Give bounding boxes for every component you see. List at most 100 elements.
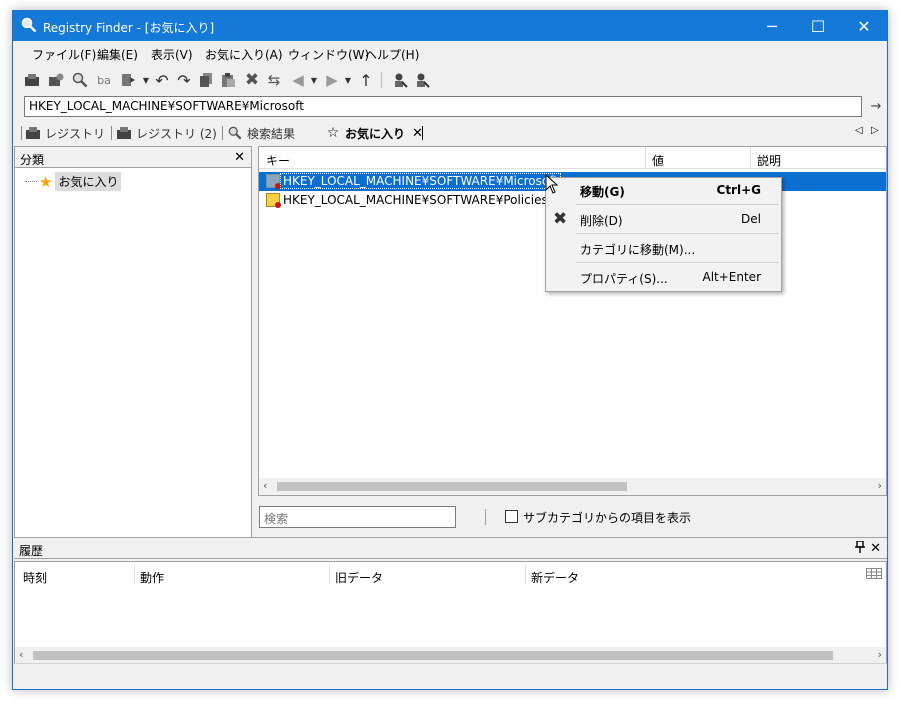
close-icon[interactable]: ✕	[870, 541, 881, 556]
toolbar: ba ▼ ↶ ↷ ✖ ⇆ ◀ ▼ ▶ ▼ ↑	[23, 69, 883, 91]
close-icon[interactable]: ✕	[234, 150, 245, 165]
column-new-data[interactable]: 新データ	[531, 569, 579, 586]
tab-label: お気に入り	[345, 126, 406, 141]
column-separator[interactable]	[134, 564, 135, 584]
export-icon[interactable]	[119, 71, 137, 89]
menu-item-shortcut: Ctrl+G	[716, 183, 761, 197]
menu-favorites[interactable]: お気に入り(A)	[205, 46, 283, 63]
menu-item-label: カテゴリに移動(M)...	[580, 243, 696, 257]
delete-icon: ✖	[553, 209, 568, 229]
undo-icon[interactable]: ↶	[153, 71, 171, 90]
up-icon[interactable]: ↑	[357, 71, 375, 90]
scroll-left-icon[interactable]: ‹	[263, 479, 267, 492]
subcategory-checkbox[interactable]	[505, 510, 518, 523]
find-icon[interactable]	[71, 71, 89, 89]
menu-item-label: 移動(G)	[580, 185, 625, 199]
context-menu-delete[interactable]: ✖ 削除(D) Del	[546, 208, 781, 230]
category-pane: 分類 ✕ ★ お気に入り	[14, 146, 252, 538]
menu-help[interactable]: ヘルプ(H)	[365, 46, 419, 63]
list-item-key: HKEY_LOCAL_MACHINE¥SOFTWARE¥Policies¥Mic	[283, 193, 576, 207]
menu-view[interactable]: 表示(V)	[151, 46, 193, 63]
column-description[interactable]: 説明	[757, 152, 781, 169]
context-menu: 移動(G) Ctrl+G ✖ 削除(D) Del カテゴリに移動(M)... プ…	[545, 177, 782, 292]
menu-edit[interactable]: 編集(E)	[97, 46, 138, 63]
delete-icon[interactable]: ✖	[243, 70, 261, 90]
tab-prev-icon[interactable]: ◁	[855, 125, 863, 136]
copy-icon[interactable]	[197, 71, 215, 89]
paste-icon[interactable]	[219, 71, 237, 89]
column-old-data[interactable]: 旧データ	[335, 569, 383, 586]
redo-icon[interactable]: ↷	[175, 71, 193, 90]
column-time[interactable]: 時刻	[23, 569, 47, 586]
window-title: Registry Finder - [お気に入り]	[43, 21, 215, 35]
history-header: 履歴 ✕	[14, 537, 887, 559]
back-dropdown-icon[interactable]: ▼	[305, 71, 323, 89]
tab-separator	[222, 126, 223, 140]
scroll-right-icon[interactable]: ›	[878, 648, 882, 661]
computer-icon[interactable]	[23, 71, 41, 89]
tree-item-label: お気に入り	[55, 172, 122, 191]
category-pane-title: 分類	[20, 153, 45, 167]
star-outline-icon: ☆	[326, 125, 340, 141]
menu-file[interactable]: ファイル(F)	[32, 46, 96, 63]
tab-registry-2[interactable]: レジストリ (2)	[116, 124, 217, 142]
maximize-button[interactable]: ☐	[795, 11, 841, 41]
tab-favorites[interactable]: ☆ お気に入り ✕	[325, 124, 423, 142]
column-action[interactable]: 動作	[140, 569, 164, 586]
scroll-thumb[interactable]	[33, 651, 833, 660]
subcategory-checkbox-label[interactable]: サブカテゴリからの項目を表示	[523, 509, 691, 526]
rename-icon[interactable]: ⇆	[265, 71, 283, 89]
tree-item-favorites[interactable]: ★ お気に入り	[25, 172, 122, 191]
menu-item-shortcut: Del	[741, 212, 761, 226]
scroll-right-icon[interactable]: ›	[878, 479, 882, 492]
context-menu-move-to-category[interactable]: カテゴリに移動(M)...	[546, 237, 781, 259]
history-title: 履歴	[19, 544, 44, 558]
menu-separator	[576, 262, 779, 263]
search-input[interactable]: 検索	[259, 506, 456, 528]
column-key[interactable]: キー	[266, 152, 290, 169]
menu-separator	[576, 233, 779, 234]
column-separator[interactable]	[329, 564, 330, 584]
title-bar[interactable]: Registry Finder - [お気に入り] ─ ☐ ✕	[13, 11, 887, 41]
address-input[interactable]: HKEY_LOCAL_MACHINE¥SOFTWARE¥Microsoft	[24, 96, 862, 117]
search-icon	[227, 126, 243, 140]
toolbar-separator	[381, 72, 382, 88]
column-chooser-icon[interactable]	[866, 568, 882, 582]
list-horizontal-scrollbar[interactable]: ‹ ›	[259, 478, 886, 495]
close-button[interactable]: ✕	[841, 11, 887, 41]
history-horizontal-scrollbar[interactable]: ‹ ›	[15, 647, 886, 664]
find-people-2-icon[interactable]	[413, 71, 431, 89]
tab-registry[interactable]: レジストリ	[25, 124, 105, 142]
find-text-icon[interactable]: ba	[95, 71, 113, 89]
app-window: Registry Finder - [お気に入り] ─ ☐ ✕ ファイル(F) …	[12, 10, 888, 690]
column-separator[interactable]	[645, 147, 646, 169]
menu-item-shortcut: Alt+Enter	[702, 270, 761, 284]
status-bar	[13, 663, 887, 689]
tab-separator	[111, 126, 112, 140]
tab-next-icon[interactable]: ▷	[871, 125, 879, 136]
history-list: 時刻 動作 旧データ 新データ ‹ ›	[14, 561, 887, 666]
computer-icon	[116, 126, 132, 140]
scroll-left-icon[interactable]: ‹	[19, 648, 23, 661]
tab-search-results[interactable]: 検索結果	[227, 124, 295, 142]
context-menu-move[interactable]: 移動(G) Ctrl+G	[546, 179, 781, 201]
forward-dropdown-icon[interactable]: ▼	[339, 71, 357, 89]
menu-item-label: プロパティ(S)...	[580, 272, 668, 286]
tab-label: レジストリ (2)	[136, 126, 217, 141]
pin-icon[interactable]	[855, 540, 865, 556]
computer-icon	[25, 126, 41, 140]
scroll-thumb[interactable]	[277, 482, 627, 491]
context-menu-properties[interactable]: プロパティ(S)... Alt+Enter	[546, 266, 781, 288]
mouse-cursor-icon	[545, 174, 559, 194]
column-value[interactable]: 値	[652, 152, 664, 169]
column-separator[interactable]	[750, 147, 751, 169]
minimize-button[interactable]: ─	[749, 11, 795, 41]
menu-separator	[576, 204, 779, 205]
go-arrow-icon[interactable]: →	[868, 97, 884, 115]
menu-window[interactable]: ウィンドウ(W)	[288, 46, 369, 63]
tab-separator	[422, 126, 423, 140]
find-people-icon[interactable]	[391, 71, 409, 89]
tree-connector	[25, 181, 37, 182]
remote-computer-icon[interactable]	[47, 71, 65, 89]
column-separator[interactable]	[525, 564, 526, 584]
